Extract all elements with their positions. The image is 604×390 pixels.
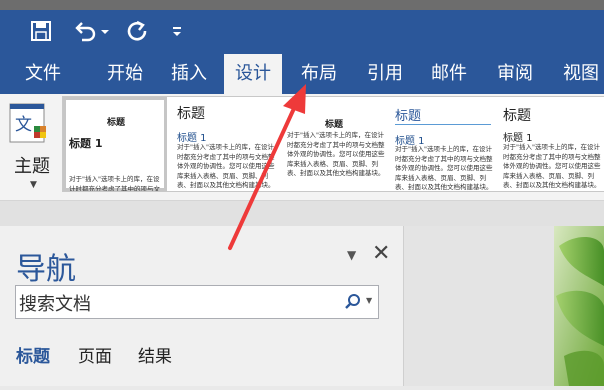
navigation-title: 导航 <box>16 252 76 287</box>
undo-icon[interactable] <box>72 18 98 44</box>
customize-toolbar-icon[interactable] <box>170 18 184 44</box>
card-heading: 标题 1 <box>177 133 207 144</box>
style-set-card[interactable]: 标题 标题 1 对于"插入"选项卡上的库，在设计时都充分考虑了其中的项与文档整体… <box>499 97 604 191</box>
style-set-card[interactable]: 标题 标题 1 对于"插入"选项卡上的库，在设计时都充分考虑了其中的项与文档整体… <box>63 97 167 191</box>
search-placeholder: 搜索文档 <box>19 294 91 315</box>
chevron-down-icon: ▼ <box>30 180 37 190</box>
tab-design[interactable]: 设计 <box>224 54 282 94</box>
redo-icon[interactable] <box>124 18 150 44</box>
tab-home[interactable]: 开始 <box>96 54 154 94</box>
chevron-down-icon[interactable]: ▼ <box>347 248 356 262</box>
tab-references[interactable]: 引用 <box>356 54 414 94</box>
document-area <box>404 226 604 386</box>
style-set-card[interactable]: 标题 对于"插入"选项卡上的库，在设计时都充分考虑了其中的项与文档整体外观的协调… <box>283 97 387 191</box>
card-heading: 标题 1 <box>503 133 533 144</box>
window-top-strip <box>0 0 604 10</box>
card-title: 标题 <box>395 109 422 124</box>
style-set-gallery: 标题 标题 1 对于"插入"选项卡上的库，在设计时都充分考虑了其中的项与文档整体… <box>62 96 604 192</box>
tab-file[interactable]: 文件 <box>14 54 72 94</box>
card-body-text: 对于"插入"选项卡上的库，在设计时都充分考虑了其中的项与文档整体外观的协调性。您… <box>395 145 493 191</box>
nav-tab-results[interactable]: 结果 <box>138 342 172 367</box>
search-icon[interactable] <box>344 293 362 315</box>
theme-icon-glyph: 文 <box>15 115 32 135</box>
close-icon[interactable]: ✕ <box>372 241 390 266</box>
document-background-image <box>404 226 604 386</box>
style-set-card[interactable]: 标题 标题 1 对于"插入"选项卡上的库，在设计时都充分考虑了其中的项与文档整体… <box>171 97 279 191</box>
style-set-card[interactable]: 标题 标题 1 对于"插入"选项卡上的库，在设计时都充分考虑了其中的项与文档整体… <box>391 97 495 191</box>
card-title: 标题 <box>107 118 126 128</box>
theme-label: 主题 <box>14 156 50 177</box>
chevron-down-icon[interactable] <box>98 18 112 44</box>
card-title: 标题 <box>325 120 344 130</box>
card-title: 标题 <box>503 108 531 124</box>
nav-tab-pages[interactable]: 页面 <box>78 342 112 367</box>
navigation-pane: 导航 ▼ ✕ 搜索文档 ▼ 标题 页面 结果 <box>0 226 403 386</box>
card-body-text: 对于"插入"选项卡上的库，在设计时都充分考虑了其中的项与文档整体外观的协调性。您… <box>503 143 601 189</box>
card-title: 标题 <box>177 106 205 122</box>
ribbon-lower-area <box>0 201 604 226</box>
theme-icon: 文 <box>8 102 50 150</box>
tab-insert[interactable]: 插入 <box>160 54 218 94</box>
card-body-text: 对于"插入"选项卡上的库，在设计时都充分考虑了其中的项与文档整体外观的协调性。 <box>69 175 160 191</box>
ribbon-tab-bar: 文件 开始 插入 设计 布局 引用 邮件 审阅 视图 <box>0 54 604 94</box>
nav-tab-headings[interactable]: 标题 <box>16 342 50 367</box>
quick-access-toolbar <box>0 10 604 54</box>
theme-button[interactable]: 文 主题 ▼ <box>6 98 58 196</box>
card-heading: 标题 1 <box>69 137 103 150</box>
tab-view[interactable]: 视图 <box>552 54 604 94</box>
card-body-text: 对于"插入"选项卡上的库，在设计时都充分考虑了其中的项与文档整体外观的协调性。您… <box>287 131 385 177</box>
search-input[interactable]: 搜索文档 ▼ <box>15 285 379 319</box>
tab-review[interactable]: 审阅 <box>486 54 544 94</box>
chevron-down-icon[interactable]: ▼ <box>366 296 372 305</box>
design-ribbon: 文 主题 ▼ 标题 标题 1 对于"插入"选项卡上的库，在设计时都充分考虑了其中… <box>0 94 604 201</box>
card-body-text: 对于"插入"选项卡上的库，在设计时都充分考虑了其中的项与文档整体外观的协调性。您… <box>177 143 275 189</box>
save-icon[interactable] <box>28 18 54 44</box>
card-underline <box>395 124 491 125</box>
tab-layout[interactable]: 布局 <box>290 54 348 94</box>
tab-mailings[interactable]: 邮件 <box>420 54 478 94</box>
